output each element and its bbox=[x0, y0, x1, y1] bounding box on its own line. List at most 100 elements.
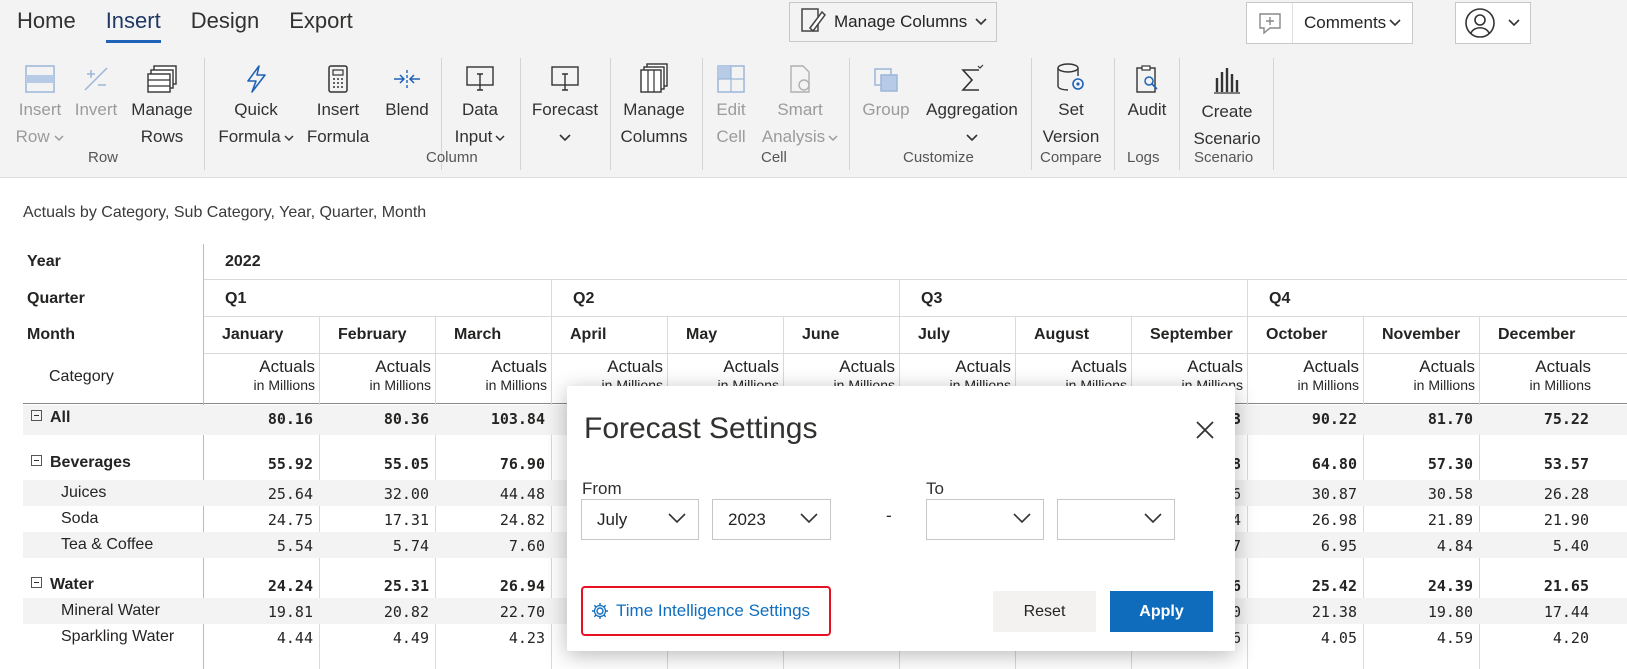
data-cell[interactable]: 32.00 bbox=[319, 485, 429, 503]
data-cell[interactable]: 4.44 bbox=[203, 629, 313, 647]
data-cell[interactable]: 21.90 bbox=[1479, 511, 1589, 529]
month-header[interactable]: June bbox=[802, 326, 839, 344]
data-cell[interactable]: 25.42 bbox=[1247, 577, 1357, 595]
forecast-button[interactable]: Forecast bbox=[527, 58, 603, 150]
row-header[interactable]: Sparkling Water bbox=[61, 628, 174, 646]
data-cell[interactable]: 76.90 bbox=[435, 455, 545, 473]
row-header[interactable]: Water bbox=[31, 576, 94, 594]
data-cell[interactable]: 4.20 bbox=[1479, 629, 1589, 647]
tab-insert[interactable]: Insert bbox=[105, 8, 161, 43]
month-header[interactable]: August bbox=[1034, 326, 1089, 344]
row-header[interactable]: All bbox=[31, 409, 70, 427]
data-cell[interactable]: 4.05 bbox=[1247, 629, 1357, 647]
time-intelligence-settings-link[interactable]: Time Intelligence Settings bbox=[581, 586, 831, 636]
data-cell[interactable]: 53.57 bbox=[1479, 455, 1589, 473]
data-cell[interactable]: 4.49 bbox=[319, 629, 429, 647]
collapse-icon[interactable] bbox=[31, 577, 42, 588]
month-header[interactable]: May bbox=[686, 326, 717, 344]
insert-formula-button[interactable]: Insert Formula bbox=[303, 58, 373, 150]
create-scenario-button[interactable]: Create Scenario bbox=[1187, 58, 1267, 152]
apply-button[interactable]: Apply bbox=[1110, 591, 1213, 632]
data-cell[interactable]: 44.48 bbox=[435, 485, 545, 503]
month-header[interactable]: January bbox=[222, 326, 283, 344]
data-cell[interactable]: 24.82 bbox=[435, 511, 545, 529]
row-header[interactable]: Mineral Water bbox=[61, 602, 160, 620]
manage-columns-dropdown[interactable]: Manage Columns bbox=[789, 2, 997, 42]
data-input-button[interactable]: Data Input bbox=[448, 58, 512, 150]
collapse-icon[interactable] bbox=[31, 410, 42, 421]
blend-button[interactable]: Blend bbox=[381, 58, 433, 123]
data-cell[interactable]: 26.98 bbox=[1247, 511, 1357, 529]
from-year-select[interactable]: 2023 bbox=[712, 499, 831, 540]
data-cell[interactable]: 26.94 bbox=[435, 577, 545, 595]
data-cell[interactable]: 55.92 bbox=[203, 455, 313, 473]
data-cell[interactable]: 4.84 bbox=[1363, 537, 1473, 555]
data-cell[interactable]: 103.84 bbox=[435, 410, 545, 428]
group-button[interactable]: Group bbox=[858, 58, 914, 123]
row-header[interactable]: Beverages bbox=[31, 454, 131, 472]
aggregation-button[interactable]: Aggregation bbox=[920, 58, 1024, 150]
data-cell[interactable]: 6.95 bbox=[1247, 537, 1357, 555]
quick-formula-button[interactable]: Quick Formula bbox=[213, 58, 299, 150]
month-header[interactable]: February bbox=[338, 326, 406, 344]
data-cell[interactable]: 24.75 bbox=[203, 511, 313, 529]
data-cell[interactable]: 75.22 bbox=[1479, 410, 1589, 428]
manage-columns-button[interactable]: Manage Columns bbox=[616, 58, 692, 150]
data-cell[interactable]: 30.87 bbox=[1247, 485, 1357, 503]
tab-home[interactable]: Home bbox=[17, 8, 76, 43]
insert-row-button[interactable]: Insert Row bbox=[14, 58, 66, 150]
data-cell[interactable]: 55.05 bbox=[319, 455, 429, 473]
data-cell[interactable]: 24.24 bbox=[203, 577, 313, 595]
month-header[interactable]: November bbox=[1382, 326, 1460, 344]
row-header[interactable]: Tea & Coffee bbox=[61, 536, 153, 554]
close-icon[interactable] bbox=[1195, 420, 1215, 445]
data-cell[interactable]: 80.16 bbox=[203, 410, 313, 428]
comments-dropdown[interactable]: Comments bbox=[1246, 2, 1413, 44]
data-cell[interactable]: 4.59 bbox=[1363, 629, 1473, 647]
data-cell[interactable]: 5.40 bbox=[1479, 537, 1589, 555]
row-header[interactable]: Soda bbox=[61, 510, 98, 528]
audit-button[interactable]: Audit bbox=[1121, 58, 1173, 123]
data-cell[interactable]: 57.30 bbox=[1363, 455, 1473, 473]
to-month-select[interactable] bbox=[926, 499, 1044, 540]
data-cell[interactable]: 21.89 bbox=[1363, 511, 1473, 529]
manage-rows-button[interactable]: Manage Rows bbox=[128, 58, 196, 150]
data-cell[interactable]: 7.60 bbox=[435, 537, 545, 555]
data-cell[interactable]: 20.82 bbox=[319, 603, 429, 621]
tab-design[interactable]: Design bbox=[191, 8, 259, 43]
data-cell[interactable]: 24.39 bbox=[1363, 577, 1473, 595]
invert-button[interactable]: Invert bbox=[72, 58, 120, 123]
data-cell[interactable]: 5.74 bbox=[319, 537, 429, 555]
data-cell[interactable]: 19.80 bbox=[1363, 603, 1473, 621]
reset-button[interactable]: Reset bbox=[993, 591, 1096, 632]
month-header[interactable]: July bbox=[918, 326, 950, 344]
data-cell[interactable]: 17.44 bbox=[1479, 603, 1589, 621]
data-cell[interactable]: 4.23 bbox=[435, 629, 545, 647]
month-header[interactable]: December bbox=[1498, 326, 1575, 344]
row-header[interactable]: Juices bbox=[61, 484, 106, 502]
data-cell[interactable]: 22.70 bbox=[435, 603, 545, 621]
data-cell[interactable]: 17.31 bbox=[319, 511, 429, 529]
data-cell[interactable]: 64.80 bbox=[1247, 455, 1357, 473]
to-year-select[interactable] bbox=[1057, 499, 1175, 540]
data-cell[interactable]: 19.81 bbox=[203, 603, 313, 621]
set-version-button[interactable]: Set Version bbox=[1036, 58, 1106, 150]
data-cell[interactable]: 80.36 bbox=[319, 410, 429, 428]
smart-analysis-button[interactable]: Smart Analysis bbox=[758, 58, 842, 150]
tab-export[interactable]: Export bbox=[289, 8, 353, 43]
from-month-select[interactable]: July bbox=[581, 499, 699, 540]
user-menu[interactable] bbox=[1455, 2, 1531, 44]
month-header[interactable]: October bbox=[1266, 326, 1327, 344]
data-cell[interactable]: 25.31 bbox=[319, 577, 429, 595]
data-cell[interactable]: 26.28 bbox=[1479, 485, 1589, 503]
data-cell[interactable]: 21.38 bbox=[1247, 603, 1357, 621]
data-cell[interactable]: 21.65 bbox=[1479, 577, 1589, 595]
month-header[interactable]: March bbox=[454, 326, 501, 344]
month-header[interactable]: September bbox=[1150, 326, 1233, 344]
edit-cell-button[interactable]: Edit Cell bbox=[708, 58, 754, 150]
data-cell[interactable]: 30.58 bbox=[1363, 485, 1473, 503]
data-cell[interactable]: 81.70 bbox=[1363, 410, 1473, 428]
collapse-icon[interactable] bbox=[31, 455, 42, 466]
data-cell[interactable]: 90.22 bbox=[1247, 410, 1357, 428]
month-header[interactable]: April bbox=[570, 326, 606, 344]
